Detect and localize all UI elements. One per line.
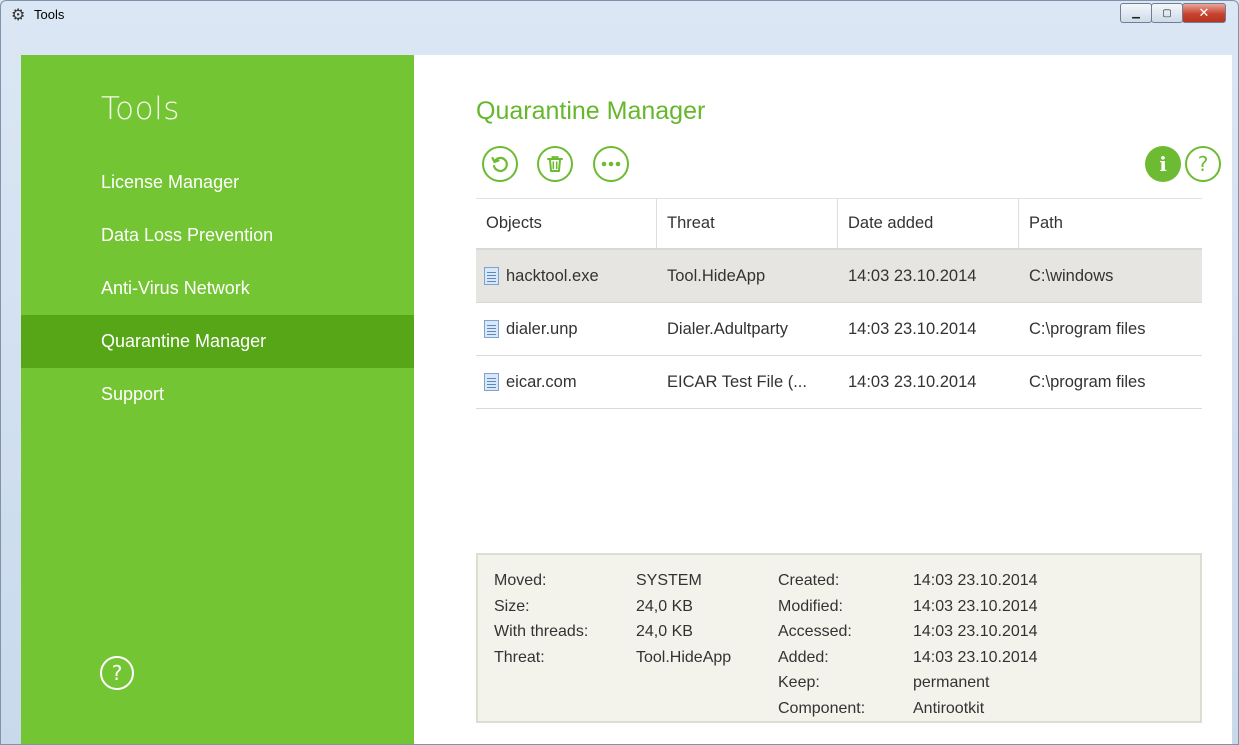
path-cell: C:\windows [1029,267,1114,285]
restore-button[interactable] [482,146,518,182]
main-panel: Quarantine Manager i ? Objects Threat Da… [414,55,1232,744]
object-cell: eicar.com [476,356,657,408]
detail-value: 14:03 23.10.2014 [913,572,1038,589]
tools-window: ⚙ Tools ▁ ▢ ✕ Tools License Manager Data… [0,0,1239,745]
maximize-icon: ▢ [1162,7,1172,19]
details-left-labels: Moved: Size: With threads: Threat: [494,568,588,670]
maximize-button[interactable]: ▢ [1151,3,1183,23]
object-name: dialer.unp [506,320,578,338]
threat-cell: Tool.HideApp [667,267,766,285]
detail-value: SYSTEM [636,572,702,589]
column-header-date-added[interactable]: Date added [838,199,1019,248]
sidebar: Tools License Manager Data Loss Preventi… [21,55,414,744]
more-button[interactable] [593,146,629,182]
detail-value: 14:03 23.10.2014 [913,597,1038,615]
more-icon [601,161,621,167]
path-cell: C:\program files [1029,320,1146,338]
sidebar-item-quarantine-manager[interactable]: Quarantine Manager [21,315,414,368]
table-header: Objects Threat Date added Path [476,198,1202,250]
detail-label: Added: [778,648,829,666]
window-title: Tools [34,7,65,22]
date-cell: 14:03 23.10.2014 [848,373,977,391]
detail-label: Keep: [778,674,820,691]
detail-label: Threat: [494,648,545,666]
detail-label: Moved: [494,572,547,589]
table-row[interactable]: eicar.com EICAR Test File (... 14:03 23.… [476,356,1202,409]
table-row[interactable]: dialer.unp Dialer.Adultparty 14:03 23.10… [476,303,1202,356]
sidebar-item-anti-virus-network[interactable]: Anti-Virus Network [21,262,414,315]
object-name: hacktool.exe [506,267,599,285]
column-header-objects[interactable]: Objects [476,199,657,248]
details-left-values: SYSTEM 24,0 KB 24,0 KB Tool.HideApp [636,568,731,670]
info-button[interactable]: i [1145,146,1181,182]
minimize-icon: ▁ [1132,7,1140,19]
object-name: eicar.com [506,373,577,391]
title-bar[interactable]: ⚙ Tools ▁ ▢ ✕ [1,1,1238,31]
quarantine-table: Objects Threat Date added Path hacktool.… [476,198,1202,409]
close-icon: ✕ [1198,5,1210,21]
detail-label: Created: [778,572,840,589]
date-cell: 14:03 23.10.2014 [848,320,977,338]
details-right-values: 14:03 23.10.2014 14:03 23.10.2014 14:03 … [913,568,1038,721]
detail-value: Antirootkit [913,699,985,717]
delete-button[interactable] [537,146,573,182]
detail-label: Component: [778,699,866,717]
detail-value: permanent [913,674,990,691]
close-button[interactable]: ✕ [1182,3,1226,23]
file-icon [484,267,499,285]
sidebar-title: Tools [101,91,180,127]
file-icon [484,373,499,391]
details-panel: Moved: Size: With threads: Threat: SYSTE… [476,553,1202,723]
window-controls: ▁ ▢ ✕ [1120,3,1226,23]
detail-value: 14:03 23.10.2014 [913,648,1038,666]
object-cell: hacktool.exe [476,250,657,302]
detail-value: Tool.HideApp [636,648,732,666]
detail-label: With threads: [494,623,589,640]
sidebar-item-support[interactable]: Support [21,368,414,421]
date-cell: 14:03 23.10.2014 [848,267,977,285]
page-title: Quarantine Manager [476,97,706,125]
threat-cell: EICAR Test File (... [667,373,807,391]
table-row[interactable]: hacktool.exe Tool.HideApp 14:03 23.10.20… [476,250,1202,303]
help-icon[interactable]: ? [100,656,134,690]
detail-label: Modified: [778,597,843,615]
detail-value: 14:03 23.10.2014 [913,623,1038,640]
gear-icon: ⚙ [11,5,26,24]
file-icon [484,320,499,338]
path-cell: C:\program files [1029,373,1146,391]
details-right-labels: Created: Modified: Accessed: Added: Keep… [778,568,865,721]
column-header-path[interactable]: Path [1019,199,1202,248]
detail-value: 24,0 KB [636,623,693,640]
detail-label: Size: [494,597,530,615]
column-header-threat[interactable]: Threat [657,199,838,248]
sidebar-item-license-manager[interactable]: License Manager [21,156,414,209]
trash-icon [547,156,563,172]
restore-icon [491,156,508,172]
client-area: Tools License Manager Data Loss Preventi… [21,55,1232,744]
minimize-button[interactable]: ▁ [1120,3,1152,23]
sidebar-item-data-loss-prevention[interactable]: Data Loss Prevention [21,209,414,262]
object-cell: dialer.unp [476,303,657,355]
detail-label: Accessed: [778,623,852,640]
detail-value: 24,0 KB [636,597,693,615]
help-button[interactable]: ? [1185,146,1221,182]
threat-cell: Dialer.Adultparty [667,320,789,338]
